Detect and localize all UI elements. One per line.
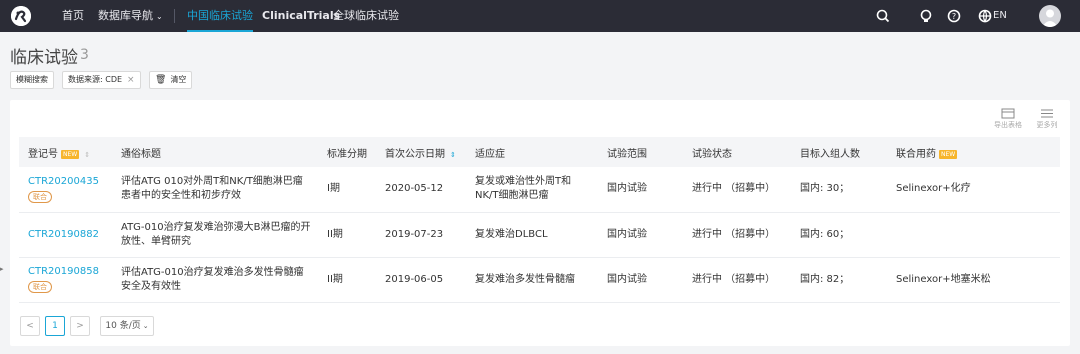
top-navbar: 首页 数据库导航 ⌄ 中国临床试验 ClinicalTrials 全球临床试验 ?… [0, 0, 1080, 32]
export-label: 导出表格 [994, 121, 1022, 129]
table-row[interactable]: CTR20190858 联合 评估ATG-010治疗复发难治多发性骨髓瘤安全及有效… [19, 257, 1060, 303]
source-filter-chip: 数据来源: CDE × [62, 71, 141, 89]
phase-cell: II期 [318, 212, 376, 258]
svg-text:?: ? [952, 12, 956, 21]
col-title-header: 通俗标题 [112, 137, 318, 167]
table-header-row: 登记号 NEW ⇕ 通俗标题 标准分期 首次公示日期 ⇕ 适应症 试验范围 试验状态 … [19, 137, 1060, 167]
avatar[interactable] [1039, 5, 1061, 27]
target-cell: 国内: 30； [791, 167, 887, 213]
date-cell: 2019-06-05 [376, 257, 466, 303]
target-cell: 国内: 60； [791, 212, 887, 258]
col-status-header: 试验状态 [683, 137, 791, 167]
reg-link[interactable]: CTR20190858 [28, 265, 106, 279]
col-indication-header: 适应症 [466, 137, 598, 167]
col-combo-label: 联合用药 [896, 148, 936, 160]
scope-cell: 国内试验 [598, 212, 683, 258]
pager-page-1[interactable]: 1 [45, 316, 65, 336]
combo-tag: 联合 [28, 190, 52, 203]
results-card: 导出表格 更多列 登记号 NEW ⇕ 通俗标题 标准分期 首次公示日期 ⇕ 适应症 试… [10, 100, 1070, 346]
table-row[interactable]: CTR20190882 ATG-010治疗复发难治弥漫大B淋巴瘤的开放性、单臂研… [19, 212, 1060, 258]
nav-home[interactable]: 首页 [62, 0, 84, 32]
sort-icon[interactable]: ⇕ [84, 151, 90, 159]
date-cell: 2019-07-23 [376, 212, 466, 258]
indication-cell: 复发或难治性外周T和NK/T细胞淋巴瘤 [466, 167, 598, 213]
result-count: 3 [80, 47, 89, 63]
indication-cell: 复发难治多发性骨髓瘤 [466, 257, 598, 303]
sort-icon[interactable]: ⇕ [450, 151, 456, 159]
pager-next-button[interactable]: > [70, 316, 90, 336]
logo-icon[interactable] [11, 6, 31, 26]
page-title: 临床试验 [10, 48, 78, 68]
bulb-icon[interactable] [918, 8, 934, 24]
nav-global-trials[interactable]: 全球临床试验 [333, 0, 399, 32]
search-icon[interactable] [875, 8, 891, 24]
phase-cell: II期 [318, 257, 376, 303]
fuzzy-search-chip[interactable]: 模糊搜索 [10, 71, 54, 89]
date-cell: 2020-05-12 [376, 167, 466, 213]
page-size-label: 10 条/页 [105, 321, 141, 331]
nav-database[interactable]: 数据库导航 ⌄ [98, 0, 163, 32]
reg-link[interactable]: CTR20190882 [28, 228, 106, 242]
export-icon [1001, 108, 1015, 119]
combo-tag: 联合 [28, 281, 52, 293]
col-date-label: 首次公示日期 [385, 148, 445, 160]
combo-cell [887, 212, 1060, 258]
chevron-down-icon: ⌄ [156, 12, 163, 21]
close-icon[interactable]: × [127, 75, 135, 85]
scope-cell: 国内试验 [598, 167, 683, 213]
language-switch[interactable]: EN [993, 0, 1007, 32]
phase-cell: I期 [318, 167, 376, 213]
clear-label: 清空 [170, 75, 187, 84]
nav-divider [174, 9, 175, 23]
fuzzy-search-label: 模糊搜索 [16, 75, 48, 84]
combo-cell: Selinexor+地塞米松 [887, 257, 1060, 303]
reg-cell: CTR20200435 联合 [19, 167, 112, 213]
globe-icon[interactable] [977, 8, 993, 24]
status-cell: 进行中 （招募中） [683, 257, 791, 303]
new-badge: NEW [61, 149, 80, 159]
source-filter-label: 数据来源: CDE [68, 75, 123, 84]
page-size-select[interactable]: 10 条/页 ⌄ [100, 316, 154, 336]
trash-icon: 🗑 [155, 75, 167, 85]
col-reg-header[interactable]: 登记号 NEW ⇕ [19, 137, 112, 167]
new-badge: NEW [939, 149, 958, 159]
more-columns-label: 更多列 [1036, 121, 1058, 129]
chevron-down-icon: ⌄ [142, 322, 149, 330]
table-row[interactable]: CTR20200435 联合 评估ATG 010对外周T和NK/T细胞淋巴瘤患者中… [19, 167, 1060, 213]
col-combo-header: 联合用药 NEW [887, 137, 1060, 167]
reg-link[interactable]: CTR20200435 [28, 175, 106, 189]
indication-cell: 复发难治DLBCL [466, 212, 598, 258]
col-date-header[interactable]: 首次公示日期 ⇕ [376, 137, 466, 167]
combo-cell: Selinexor+化疗 [887, 167, 1060, 213]
export-table-button[interactable]: 导出表格 [991, 108, 1025, 130]
status-cell: 进行中 （招募中） [683, 212, 791, 258]
sidebar-toggle-icon[interactable]: ▸ [0, 258, 6, 280]
nav-clinicaltrials[interactable]: ClinicalTrials [262, 0, 340, 32]
col-target-header: 目标入组人数 [791, 137, 887, 167]
title-cell: ATG-010治疗复发难治弥漫大B淋巴瘤的开放性、单臂研究 [112, 212, 318, 258]
help-icon[interactable]: ? [946, 8, 962, 24]
reg-cell: CTR20190858 联合 [19, 257, 112, 303]
trials-table: 登记号 NEW ⇕ 通俗标题 标准分期 首次公示日期 ⇕ 适应症 试验范围 试验状态 … [19, 137, 1060, 303]
col-phase-header: 标准分期 [318, 137, 376, 167]
target-cell: 国内: 82； [791, 257, 887, 303]
nav-database-label: 数据库导航 [98, 9, 153, 22]
clear-button[interactable]: 🗑 清空 [149, 71, 193, 89]
pager-prev-button[interactable]: < [20, 316, 40, 336]
col-reg-label: 登记号 [28, 148, 58, 160]
columns-icon [1041, 109, 1053, 118]
status-cell: 进行中 （招募中） [683, 167, 791, 213]
col-scope-header: 试验范围 [598, 137, 683, 167]
title-cell: 评估ATG 010对外周T和NK/T细胞淋巴瘤患者中的安全性和初步疗效 [112, 167, 318, 213]
title-cell: 评估ATG-010治疗复发难治多发性骨髓瘤安全及有效性 [112, 257, 318, 303]
reg-cell: CTR20190882 [19, 212, 112, 258]
nav-china-trials[interactable]: 中国临床试验 [187, 0, 253, 32]
scope-cell: 国内试验 [598, 257, 683, 303]
more-columns-button[interactable]: 更多列 [1030, 108, 1064, 130]
